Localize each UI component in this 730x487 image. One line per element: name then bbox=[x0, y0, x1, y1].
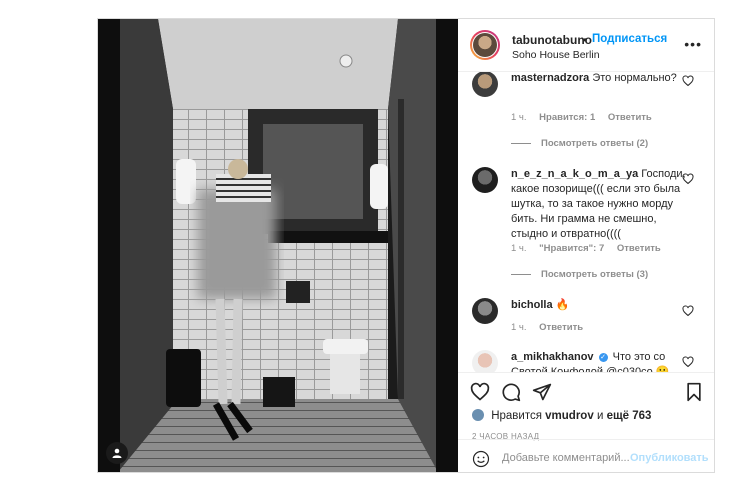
comment-time[interactable]: 1 ч. bbox=[511, 243, 527, 254]
user-icon bbox=[112, 448, 122, 458]
reply-button[interactable]: Ответить bbox=[539, 322, 583, 333]
author-avatar[interactable] bbox=[470, 30, 500, 60]
publish-button[interactable]: Опубликовать bbox=[630, 452, 709, 464]
comment-icon[interactable] bbox=[501, 382, 521, 402]
post-location[interactable]: Soho House Berlin bbox=[512, 49, 600, 61]
comment-input[interactable]: Добавьте комментарий... bbox=[502, 452, 630, 464]
heart-icon[interactable] bbox=[682, 356, 694, 368]
avatar[interactable] bbox=[472, 72, 498, 97]
liker-username[interactable]: vmudrov bbox=[545, 410, 594, 422]
heart-icon[interactable] bbox=[682, 305, 694, 317]
comment-username[interactable]: masternadzora bbox=[511, 72, 589, 84]
heart-icon[interactable] bbox=[682, 75, 694, 87]
post-header: tabunotabuno • Подписаться Soho House Be… bbox=[458, 19, 714, 72]
add-comment-bar: Добавьте комментарий... Опубликовать bbox=[458, 439, 714, 473]
comment-likes[interactable]: "Нравится": 7 bbox=[539, 243, 604, 254]
avatar[interactable] bbox=[472, 167, 498, 193]
like-heart-icon[interactable] bbox=[470, 382, 490, 402]
heart-icon[interactable] bbox=[682, 173, 694, 185]
avatar[interactable] bbox=[472, 298, 498, 324]
view-replies-button[interactable]: Посмотреть ответы (3) bbox=[511, 269, 648, 280]
likes-summary: Нравится vmudrov и ещё 763 bbox=[472, 409, 651, 422]
comment-time[interactable]: 1 ч. bbox=[511, 322, 527, 333]
author-username[interactable]: tabunotabuno bbox=[512, 33, 592, 47]
post-card: tabunotabuno • Подписаться Soho House Be… bbox=[97, 18, 715, 473]
comment-likes[interactable]: Нравится: 1 bbox=[539, 112, 595, 123]
comment-meta: 1 ч. Нравится: 1 Ответить bbox=[511, 112, 662, 123]
more-options-icon[interactable]: ••• bbox=[684, 36, 702, 52]
reply-button[interactable]: Ответить bbox=[608, 112, 652, 123]
verified-badge-icon: ✓ bbox=[598, 353, 608, 362]
comments-list[interactable]: masternadzora Это нормально? 1 ч. Нравит… bbox=[458, 72, 714, 372]
follow-button[interactable]: Подписаться bbox=[592, 33, 667, 45]
save-bookmark-icon[interactable] bbox=[684, 382, 704, 402]
comment-meta: 1 ч. "Нравится": 7 Ответить bbox=[511, 243, 671, 254]
comment-text: bicholla 🔥 bbox=[511, 299, 570, 311]
post-side-panel: tabunotabuno • Подписаться Soho House Be… bbox=[458, 19, 714, 472]
view-replies-button[interactable]: Посмотреть ответы (2) bbox=[511, 138, 648, 149]
separator-dot: • bbox=[583, 33, 588, 47]
share-icon[interactable] bbox=[532, 382, 552, 402]
tagged-users-button[interactable] bbox=[106, 442, 128, 464]
post-photo[interactable] bbox=[98, 19, 458, 472]
action-bar bbox=[458, 372, 714, 403]
avatar[interactable] bbox=[472, 409, 484, 421]
emoji-icon[interactable] bbox=[472, 450, 490, 468]
comment-username[interactable]: n_e_z_n_a_k_o_m_a_ya bbox=[511, 168, 638, 180]
comment-text: n_e_z_n_a_k_o_m_a_ya Господи, какое позо… bbox=[511, 168, 686, 240]
comment-meta: 1 ч. Ответить bbox=[511, 322, 593, 333]
reply-button[interactable]: Ответить bbox=[617, 243, 661, 254]
likes-count-button[interactable]: ещё 763 bbox=[607, 410, 652, 422]
avatar[interactable] bbox=[472, 350, 498, 372]
comment-username[interactable]: a_mikhakhanov bbox=[511, 351, 594, 363]
bathroom-photo-image bbox=[98, 19, 458, 472]
comment-username[interactable]: bicholla bbox=[511, 299, 553, 311]
comment-text: a_mikhakhanov ✓ Что это со Свотой Конфод… bbox=[511, 351, 670, 372]
comment-text: masternadzora Это нормально? bbox=[511, 72, 677, 84]
comment-time[interactable]: 1 ч. bbox=[511, 112, 527, 123]
